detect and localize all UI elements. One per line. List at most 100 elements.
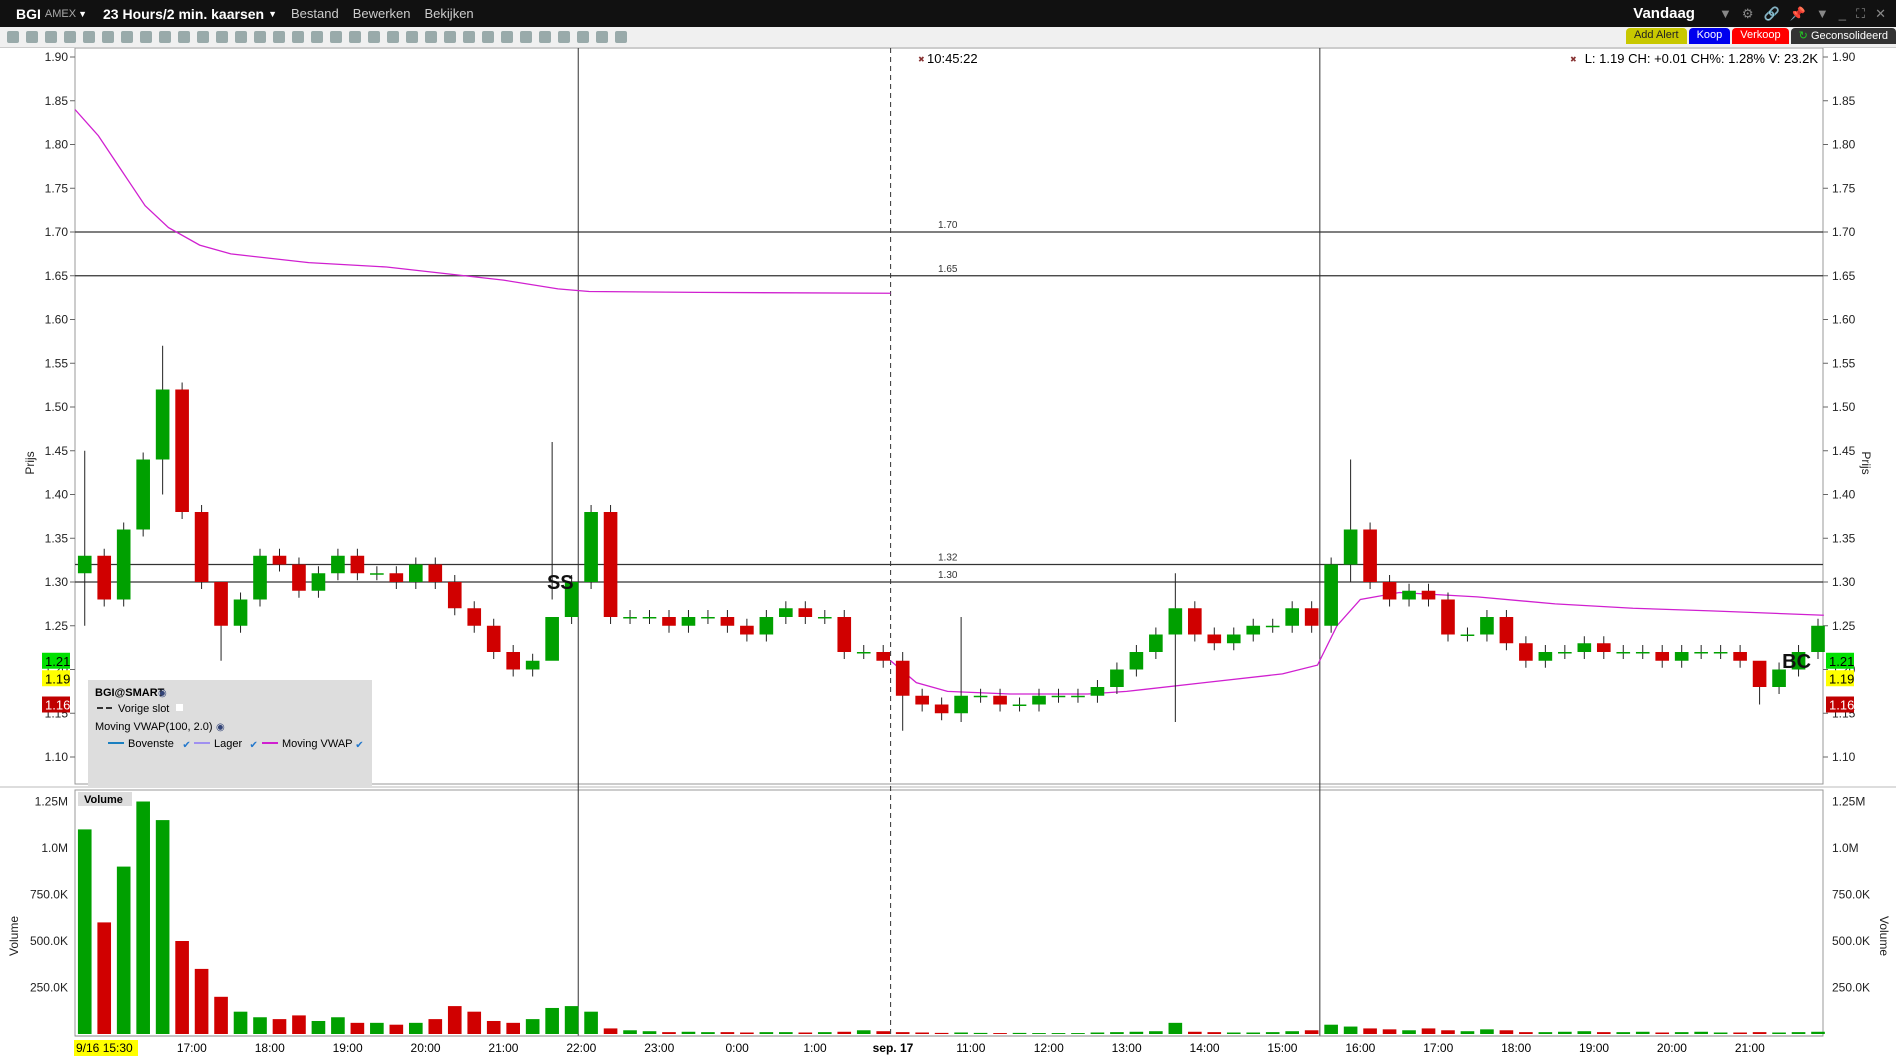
shift-right-icon[interactable] bbox=[558, 31, 570, 43]
print-icon[interactable] bbox=[64, 31, 76, 43]
candle bbox=[584, 512, 598, 582]
consolidated-button[interactable]: ↻ Geconsolideerd bbox=[1790, 28, 1896, 44]
line-icon[interactable] bbox=[406, 31, 418, 43]
volume-bar bbox=[1343, 1026, 1358, 1034]
chevron-down-icon[interactable]: ▼ bbox=[1816, 6, 1829, 21]
channel-icon[interactable] bbox=[425, 31, 437, 43]
circle-icon[interactable] bbox=[102, 31, 114, 43]
exchange-label[interactable]: AMEX bbox=[45, 8, 76, 20]
text-icon[interactable] bbox=[311, 31, 323, 43]
text-box-icon[interactable] bbox=[330, 31, 342, 43]
menu-bekijken[interactable]: Bekijken bbox=[425, 6, 474, 21]
volume-tick-left: 1.25M bbox=[35, 795, 68, 809]
sell-button[interactable]: Verkoop bbox=[1732, 28, 1789, 44]
candle bbox=[1713, 652, 1728, 654]
refresh-icon[interactable] bbox=[596, 31, 608, 43]
blank-icon[interactable] bbox=[159, 31, 171, 43]
candle bbox=[1733, 652, 1747, 661]
candle bbox=[370, 573, 384, 575]
volume-bar bbox=[1324, 1024, 1338, 1034]
refresh-icon: ↻ bbox=[1798, 30, 1811, 42]
candle bbox=[779, 608, 793, 617]
volume-tick-right: 1.25M bbox=[1832, 795, 1865, 809]
undo-icon[interactable] bbox=[349, 31, 361, 43]
pencil-icon[interactable] bbox=[197, 31, 209, 43]
cursor-icon[interactable] bbox=[26, 31, 38, 43]
pin-icon[interactable]: 📌 bbox=[1790, 6, 1806, 22]
redo-icon[interactable] bbox=[368, 31, 380, 43]
dollar-icon[interactable] bbox=[254, 31, 266, 43]
volume-bar bbox=[740, 1032, 754, 1034]
bars-icon[interactable] bbox=[216, 31, 228, 43]
zoom-out-icon[interactable] bbox=[463, 31, 475, 43]
period-selector[interactable]: 23 Hours/2 min. kaarsen bbox=[103, 6, 264, 22]
crosshair-time: 10:45:22 bbox=[927, 51, 978, 66]
candle bbox=[1032, 695, 1046, 705]
history-icon[interactable] bbox=[83, 31, 95, 43]
candle bbox=[1168, 608, 1183, 635]
volume-bar bbox=[701, 1032, 715, 1034]
volume-bar bbox=[467, 1011, 482, 1034]
price-axis-label-right: Prijs bbox=[1859, 451, 1873, 474]
minimize-icon[interactable]: _ bbox=[1839, 6, 1846, 21]
volume-bar bbox=[1226, 1032, 1241, 1034]
volume-bar bbox=[1713, 1032, 1728, 1034]
menu-bewerken[interactable]: Bewerken bbox=[353, 6, 411, 21]
x-tick-label: 18:00 bbox=[1501, 1041, 1531, 1055]
buy-button[interactable]: Koop bbox=[1688, 28, 1731, 44]
layout-icon[interactable] bbox=[121, 31, 133, 43]
candle bbox=[1363, 529, 1377, 582]
candle bbox=[798, 608, 813, 617]
close-icon[interactable]: ✕ bbox=[1875, 6, 1886, 22]
zoom-in-icon[interactable] bbox=[444, 31, 456, 43]
menu-bestand[interactable]: Bestand bbox=[291, 6, 339, 21]
price-chart[interactable]: 1.90 1.90 1.85 1.85 1.80 1.80 1.75 1.75 1.70 1.70… bbox=[0, 48, 1896, 1060]
crosshair-icon[interactable] bbox=[7, 31, 19, 43]
volume-bar bbox=[272, 1019, 287, 1034]
candle bbox=[428, 564, 443, 582]
candle bbox=[525, 660, 540, 670]
symbol-label[interactable]: BGI bbox=[16, 6, 41, 22]
maximize-icon[interactable]: ⛶ bbox=[1856, 6, 1865, 22]
link-icon[interactable]: 🔗 bbox=[1764, 6, 1780, 22]
annotation-label: SS bbox=[547, 572, 574, 594]
volume-icon[interactable] bbox=[235, 31, 247, 43]
volume-bar bbox=[136, 801, 150, 1034]
add-alert-button[interactable]: Add Alert bbox=[1625, 28, 1687, 44]
legend-checkbox: ✔ bbox=[355, 740, 363, 751]
fit-icon[interactable] bbox=[482, 31, 494, 43]
plus-icon[interactable] bbox=[273, 31, 285, 43]
status-readout: L: 1.19 CH: +0.01 CH%: 1.28% V: 23.2K bbox=[1585, 51, 1819, 66]
range-selector[interactable]: Vandaag bbox=[1633, 5, 1695, 22]
price-tag-left-text: 1.21 bbox=[45, 654, 70, 669]
chevron-down-icon[interactable]: ▼ bbox=[1719, 6, 1732, 21]
fib-icon[interactable] bbox=[387, 31, 399, 43]
volume-bar bbox=[993, 1033, 1007, 1034]
volume-tick-right: 750.0K bbox=[1832, 888, 1870, 902]
volume-bar bbox=[954, 1032, 968, 1034]
shift-left-icon[interactable] bbox=[501, 31, 513, 43]
globe-icon[interactable] bbox=[577, 31, 589, 43]
volume-bar bbox=[175, 941, 189, 1034]
candle bbox=[895, 660, 910, 696]
gear-icon[interactable]: ⚙ bbox=[1742, 6, 1754, 22]
center-icon[interactable] bbox=[539, 31, 551, 43]
chevron-down-icon[interactable]: ▼ bbox=[268, 9, 277, 19]
candle bbox=[1187, 608, 1202, 635]
x-tick-label: 18:00 bbox=[255, 1041, 285, 1055]
filter-icon[interactable] bbox=[178, 31, 190, 43]
shift-icon[interactable] bbox=[520, 31, 532, 43]
candle bbox=[1421, 590, 1436, 600]
chevron-down-icon[interactable]: ▼ bbox=[78, 9, 87, 19]
volume-bar bbox=[1538, 1032, 1553, 1034]
price-tick-right: 1.55 bbox=[1832, 356, 1856, 370]
candle bbox=[1265, 625, 1280, 628]
arrow-icon[interactable] bbox=[292, 31, 304, 43]
candle bbox=[1694, 652, 1708, 654]
grid-icon[interactable] bbox=[45, 31, 57, 43]
zoom-fit-icon[interactable] bbox=[140, 31, 152, 43]
price-tag-left-text: 1.16 bbox=[45, 698, 70, 713]
wrench-icon[interactable] bbox=[615, 31, 627, 43]
volume-bar bbox=[77, 829, 92, 1034]
x-tick-label: 0:00 bbox=[725, 1041, 749, 1055]
